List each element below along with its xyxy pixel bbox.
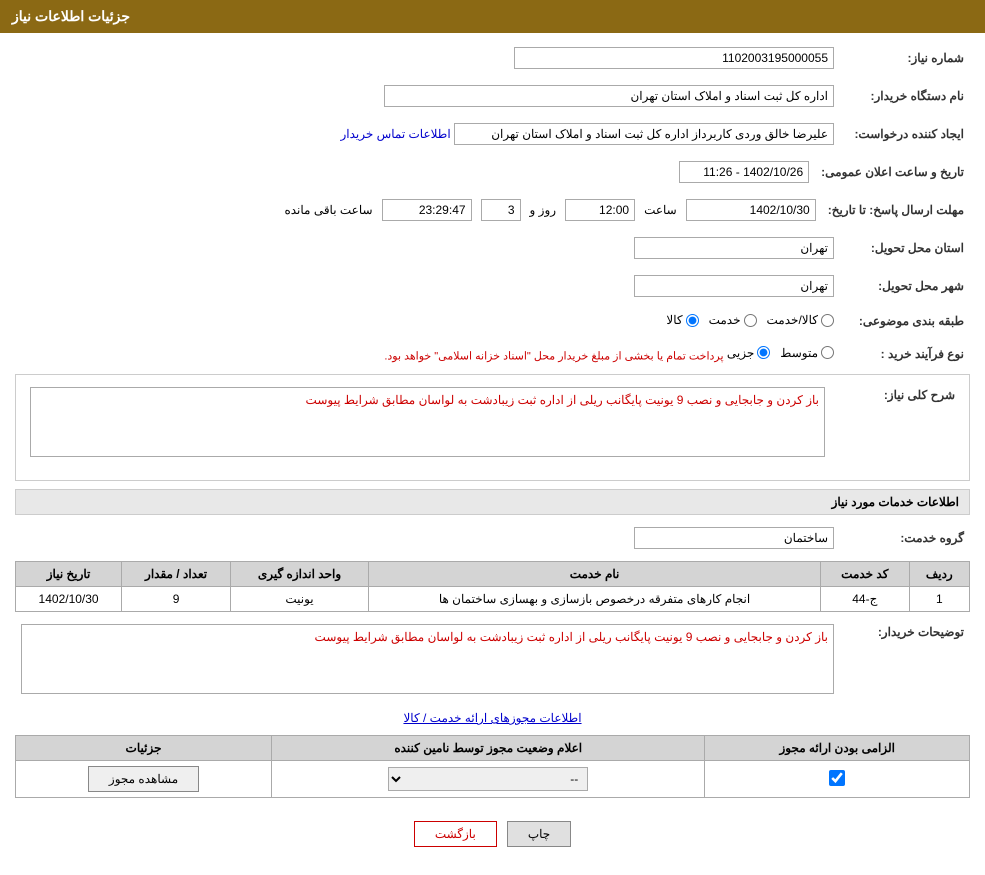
page-title: جزئیات اطلاعات نیاز — [12, 8, 130, 24]
col-unit: واحد اندازه گیری — [230, 562, 368, 587]
city-label: شهر محل تحویل: — [840, 271, 970, 301]
buyer-org-label: نام دستگاه خریدار: — [840, 81, 970, 111]
creator-label: ایجاد کننده درخواست: — [840, 119, 970, 149]
category-khadamat-item: خدمت — [709, 313, 757, 327]
category-label: طبقه بندی موضوعی: — [840, 309, 970, 334]
licenses-table: الزامی بودن ارائه مجوز اعلام وضعیت مجوز … — [15, 735, 970, 798]
province-label: استان محل تحویل: — [840, 233, 970, 263]
category-kala-khadamat-label: کالا/خدمت — [767, 313, 818, 327]
process-jozvi-item: جزیی — [727, 346, 770, 360]
category-kala-khadamat-radio[interactable] — [821, 314, 834, 327]
need-number-label: شماره نیاز: — [840, 43, 970, 73]
response-remaining-label: ساعت باقی مانده — [284, 203, 372, 217]
category-khadamat-label: خدمت — [709, 313, 741, 327]
col-license-required: الزامی بودن ارائه مجوز — [705, 736, 970, 761]
cell-unit: یونیت — [230, 587, 368, 612]
response-time-label: ساعت — [644, 203, 677, 217]
province-input[interactable] — [634, 237, 834, 259]
process-note: پرداخت تمام یا بخشی از مبلغ خریدار محل "… — [384, 350, 723, 362]
city-row: شهر محل تحویل: — [15, 271, 970, 301]
category-kala-khadamat-item: کالا/خدمت — [767, 313, 834, 327]
license-status-cell: -- — [272, 761, 705, 798]
cell-need-date: 1402/10/30 — [16, 587, 122, 612]
creator-input[interactable] — [454, 123, 834, 145]
city-input[interactable] — [634, 275, 834, 297]
licenses-section-link[interactable]: اطلاعات مجوزهای ارائه خدمت / کالا — [403, 711, 581, 725]
col-license-details: جزئیات — [16, 736, 272, 761]
col-service-code: کد خدمت — [821, 562, 910, 587]
response-days-input[interactable] — [481, 199, 521, 221]
response-days-label: روز و — [530, 203, 557, 217]
print-button[interactable]: چاپ — [507, 821, 571, 847]
need-desc-table: شرح کلی نیاز: باز کردن و جابجایی و نصب 9… — [24, 383, 961, 464]
col-license-status: اعلام وضعیت مجوز توسط نامین کننده — [272, 736, 705, 761]
license-status-select[interactable]: -- — [388, 767, 588, 791]
page-wrapper: جزئیات اطلاعات نیاز شماره نیاز: نام دستگ… — [0, 0, 985, 875]
service-group-row: گروه خدمت: — [15, 523, 970, 553]
footer-buttons: چاپ بازگشت — [15, 806, 970, 862]
response-time-input[interactable] — [565, 199, 635, 221]
table-row: 1 ج-44 انجام کارهای متفرقه درخصوص بازساز… — [16, 587, 970, 612]
back-button[interactable]: بازگشت — [414, 821, 497, 847]
response-deadline-label: مهلت ارسال پاسخ: تا تاریخ: — [822, 195, 970, 225]
process-jozvi-radio[interactable] — [757, 346, 770, 359]
license-required-checkbox[interactable] — [829, 770, 845, 786]
response-remaining-input[interactable] — [382, 199, 472, 221]
cell-row-num: 1 — [909, 587, 969, 612]
col-row-num: ردیف — [909, 562, 969, 587]
creator-row: ایجاد کننده درخواست: اطلاعات تماس خریدار — [15, 119, 970, 149]
category-khadamat-radio[interactable] — [744, 314, 757, 327]
process-motavasset-item: متوسط — [780, 346, 834, 360]
response-deadline-row: مهلت ارسال پاسخ: تا تاریخ: ساعت روز و سا… — [15, 195, 970, 225]
buyer-desc-table: توضیحات خریدار: باز کردن و جابجایی و نصب… — [15, 620, 970, 701]
response-date-input[interactable] — [686, 199, 816, 221]
announce-date-label: تاریخ و ساعت اعلان عمومی: — [815, 157, 970, 187]
process-motavasset-label: متوسط — [780, 346, 818, 360]
category-kala-radio[interactable] — [686, 314, 699, 327]
need-desc-section: شرح کلی نیاز: باز کردن و جابجایی و نصب 9… — [15, 374, 970, 481]
licenses-section-header: اطلاعات مجوزهای ارائه خدمت / کالا — [15, 711, 970, 725]
category-row: طبقه بندی موضوعی: کالا/خدمت خدمت — [15, 309, 970, 334]
province-row: استان محل تحویل: — [15, 233, 970, 263]
col-service-name: نام خدمت — [369, 562, 821, 587]
cell-service-name: انجام کارهای متفرقه درخصوص بازسازی و بهس… — [369, 587, 821, 612]
buyer-org-input[interactable] — [384, 85, 834, 107]
need-number-input[interactable] — [514, 47, 834, 69]
buyer-desc-textarea[interactable]: باز کردن و جابجایی و نصب 9 یونیت پایگانب… — [21, 624, 834, 694]
announce-date-row: تاریخ و ساعت اعلان عمومی: — [15, 157, 970, 187]
process-row: نوع فرآیند خرید : متوسط جزیی پرداخت تمام… — [15, 342, 970, 367]
view-license-button[interactable]: مشاهده مجوز — [88, 766, 199, 792]
license-row: -- مشاهده مجوز — [16, 761, 970, 798]
main-content: شماره نیاز: نام دستگاه خریدار: ایجاد کنن… — [0, 33, 985, 872]
service-group-input[interactable] — [634, 527, 834, 549]
category-radio-group: کالا/خدمت خدمت کالا — [666, 313, 834, 327]
page-header: جزئیات اطلاعات نیاز — [0, 0, 985, 33]
license-required-cell — [705, 761, 970, 798]
cell-quantity: 9 — [122, 587, 231, 612]
col-need-date: تاریخ نیاز — [16, 562, 122, 587]
process-motavasset-radio[interactable] — [821, 346, 834, 359]
process-jozvi-label: جزیی — [727, 346, 754, 360]
announce-date-input[interactable] — [679, 161, 809, 183]
need-desc-label: شرح کلی نیاز: — [831, 383, 961, 464]
services-section-label: اطلاعات خدمات مورد نیاز — [832, 495, 959, 509]
license-details-cell: مشاهده مجوز — [16, 761, 272, 798]
buyer-org-row: نام دستگاه خریدار: — [15, 81, 970, 111]
col-quantity: تعداد / مقدار — [122, 562, 231, 587]
process-radio-group: متوسط جزیی — [727, 346, 834, 360]
category-kala-item: کالا — [666, 313, 698, 327]
services-table: ردیف کد خدمت نام خدمت واحد اندازه گیری ت… — [15, 561, 970, 612]
need-desc-textarea[interactable]: باز کردن و جابجایی و نصب 9 یونیت پایگانب… — [30, 387, 825, 457]
cell-service-code: ج-44 — [821, 587, 910, 612]
contact-link[interactable]: اطلاعات تماس خریدار — [340, 127, 450, 141]
services-section-header: اطلاعات خدمات مورد نیاز — [15, 489, 970, 515]
need-number-row: شماره نیاز: — [15, 43, 970, 73]
service-group-label: گروه خدمت: — [840, 523, 970, 553]
category-kala-label: کالا — [666, 313, 682, 327]
process-label: نوع فرآیند خرید : — [840, 342, 970, 367]
buyer-desc-label: توضیحات خریدار: — [840, 620, 970, 701]
